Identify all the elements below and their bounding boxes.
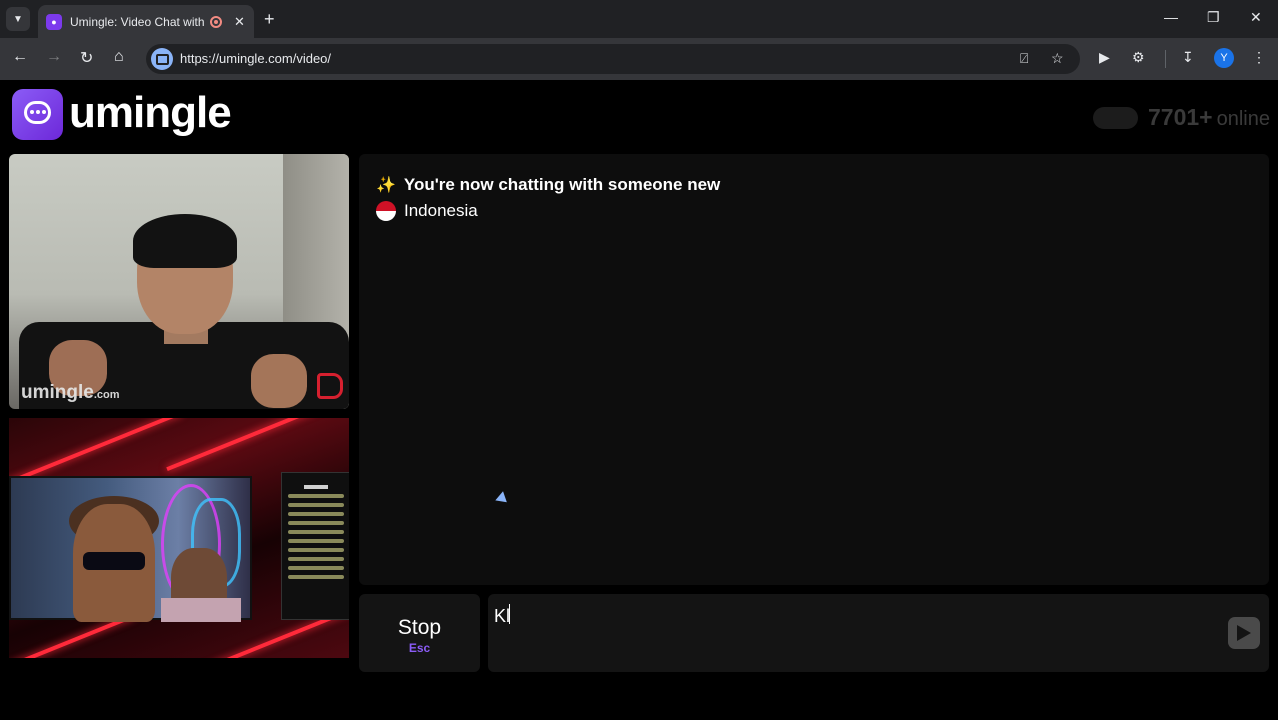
recorder-logo-icon: [317, 373, 343, 399]
online-count: 7701+: [1148, 104, 1213, 130]
url-text[interactable]: https://umingle.com/video/: [180, 51, 331, 66]
toolbar-divider: [1165, 50, 1166, 68]
recording-indicator-icon: [210, 15, 222, 28]
extensions-icon[interactable]: ⚙: [1132, 49, 1145, 66]
home-icon[interactable]: ⌂: [114, 48, 124, 66]
close-tab-icon[interactable]: ✕: [234, 14, 245, 30]
sparkles-icon: ✨: [376, 177, 396, 194]
self-video: [9, 418, 349, 658]
restore-window-icon[interactable]: ❐: [1207, 9, 1220, 26]
chevron-down-icon: ▼: [13, 13, 23, 25]
stranger-video: umingle.com: [9, 154, 349, 409]
bookmark-star-icon[interactable]: ☆: [1051, 50, 1064, 67]
message-input[interactable]: [494, 602, 1194, 630]
umingle-favicon-icon: ●: [46, 13, 62, 30]
download-icon[interactable]: ↧: [1182, 49, 1194, 66]
back-arrow-icon[interactable]: ←: [12, 48, 28, 66]
media-play-icon[interactable]: ▶: [1099, 49, 1110, 66]
browser-toolbar: ← → ↻ ⌂ https://umingle.com/video/ ⍁ ☆ ▶…: [0, 38, 1278, 80]
message-composer: [488, 594, 1269, 672]
stranger-country: Indonesia: [376, 201, 478, 221]
text-caret: [509, 604, 510, 624]
profile-avatar[interactable]: Y: [1214, 48, 1234, 68]
stop-button-label: Stop: [397, 616, 442, 639]
close-window-icon[interactable]: ✕: [1250, 9, 1262, 26]
send-button[interactable]: [1228, 617, 1260, 649]
browser-tab-bar: ▼ ● Umingle: Video Chat with St ✕ + — ❐ …: [0, 0, 1278, 38]
site-info-icon[interactable]: [151, 48, 173, 70]
browser-tab-active[interactable]: ● Umingle: Video Chat with St ✕: [38, 5, 254, 38]
tab-search-button[interactable]: ▼: [6, 7, 30, 31]
browser-menu-icon[interactable]: ⋮: [1252, 49, 1266, 66]
indonesia-flag-icon: [376, 201, 396, 221]
stream-chat-overlay: [281, 472, 349, 620]
chat-log: ✨ You're now chatting with someone new I…: [359, 154, 1269, 585]
webcam-overlay: [9, 476, 252, 622]
online-label: online: [1216, 108, 1270, 130]
online-toggle[interactable]: [1093, 106, 1138, 129]
translate-icon[interactable]: ⍁: [1020, 50, 1028, 67]
video-watermark: umingle.com: [21, 382, 120, 403]
address-bar[interactable]: https://umingle.com/video/ ⍁ ☆: [146, 44, 1080, 74]
brand-wordmark[interactable]: umingle: [69, 88, 232, 138]
umingle-logo-icon[interactable]: [12, 89, 63, 140]
online-counter: 7701+ online: [1093, 104, 1270, 131]
tab-title: Umingle: Video Chat with St: [70, 14, 204, 29]
minimize-window-icon[interactable]: —: [1164, 9, 1178, 25]
forward-arrow-icon[interactable]: →: [46, 48, 62, 66]
new-tab-plus-icon[interactable]: +: [264, 9, 275, 30]
system-message: ✨ You're now chatting with someone new: [376, 175, 721, 194]
reload-icon[interactable]: ↻: [80, 48, 93, 68]
stop-button[interactable]: Stop Esc: [359, 594, 480, 672]
stop-shortcut-hint: Esc: [408, 641, 431, 655]
